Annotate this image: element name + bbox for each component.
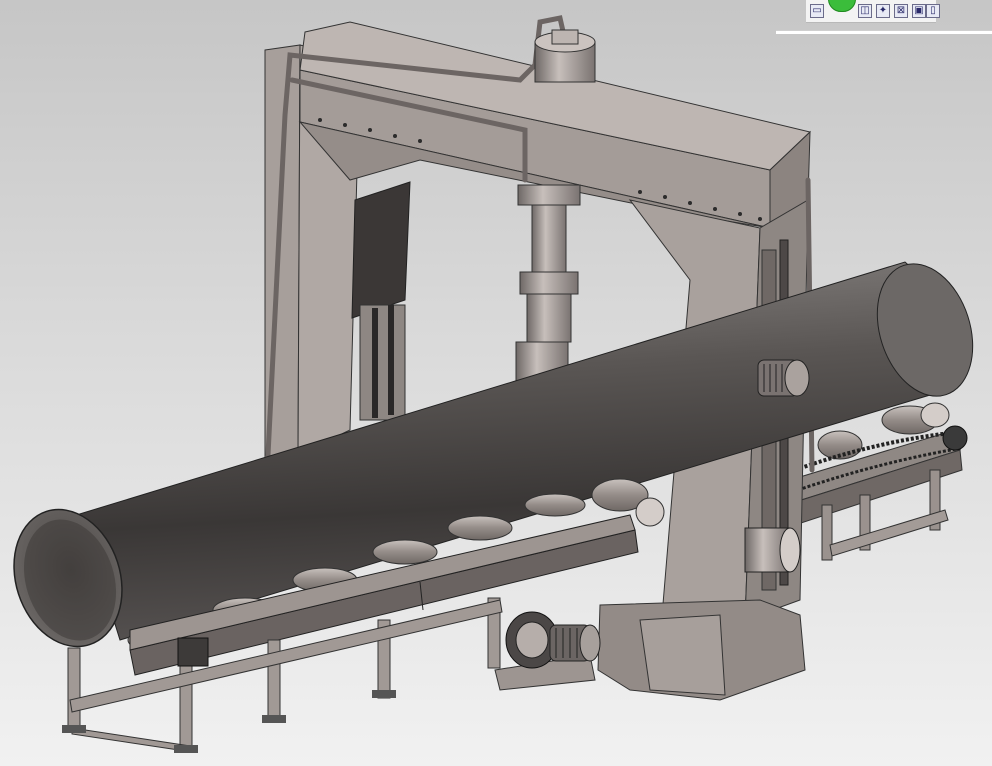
display-style-icon[interactable]: ▣ xyxy=(912,4,926,18)
side-drive-motor-upper xyxy=(757,359,810,397)
heads-up-view-toolbar: ▭ ◫ ✦ ⊠ ▣ ▯ xyxy=(776,0,992,34)
zoom-fit-icon[interactable]: ⊠ xyxy=(894,4,908,18)
sketch-icon[interactable]: ▭ xyxy=(810,4,824,18)
toolbar-underline xyxy=(776,30,992,34)
pressure-roller-lower xyxy=(744,527,801,573)
cad-model-view[interactable] xyxy=(0,0,992,766)
conveyor-drive-motor xyxy=(494,611,601,691)
graphics-viewport[interactable]: ▭ ◫ ✦ ⊠ ▣ ▯ xyxy=(0,0,992,766)
view-orient-icon[interactable]: ◫ xyxy=(858,4,872,18)
star-icon[interactable]: ✦ xyxy=(876,4,890,18)
section-view-icon[interactable]: ▯ xyxy=(926,4,940,18)
